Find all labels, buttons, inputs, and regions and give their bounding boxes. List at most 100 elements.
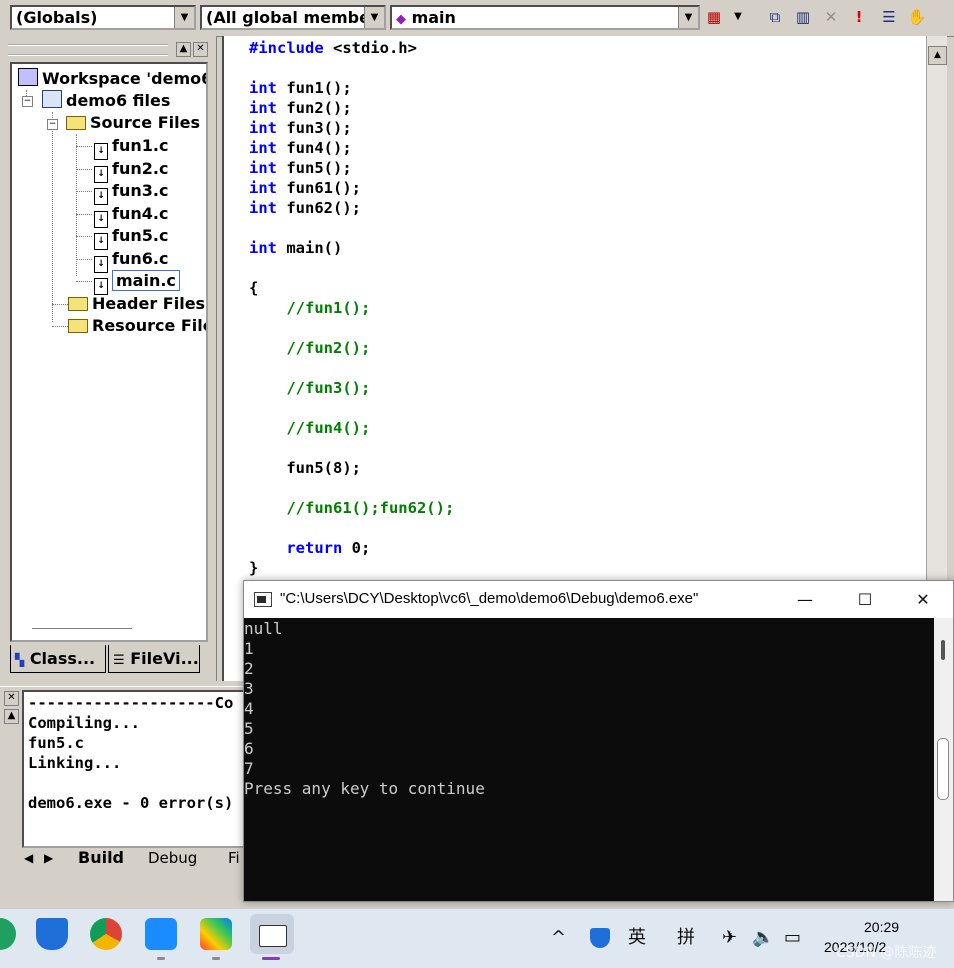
output-line: Compiling... xyxy=(28,714,140,732)
tree-file[interactable]: ↓ fun4.c xyxy=(94,203,168,228)
chevron-down-icon[interactable]: ▼ xyxy=(678,7,698,28)
console-scrollbar[interactable] xyxy=(934,618,953,901)
watermark-text: CSDN @陈陈迹 xyxy=(836,945,937,961)
stop-build-icon[interactable]: ✕ xyxy=(820,6,842,28)
maximize-button[interactable]: ☐ xyxy=(842,585,888,615)
execute-icon[interactable]: ! xyxy=(848,6,870,28)
tree-file[interactable]: ↓ fun1.c xyxy=(94,135,169,160)
tree-file[interactable]: ↓ fun5.c xyxy=(94,225,168,250)
airplane-mode-icon[interactable]: ✈ xyxy=(722,926,737,950)
tab-debug[interactable]: Debug xyxy=(148,848,197,870)
ime-language[interactable]: 英 xyxy=(628,926,646,950)
tree-project[interactable]: demo6 files xyxy=(42,90,170,112)
file-view-icon: ☰ xyxy=(113,653,125,668)
tab-file-view[interactable]: ☰ FileVi... xyxy=(108,645,200,673)
chevron-down-icon[interactable]: ▼ xyxy=(364,7,384,28)
go-icon[interactable]: ☰ xyxy=(878,6,900,28)
maximize-panel-icon[interactable]: ▲ xyxy=(4,709,19,724)
tab-build[interactable]: Build xyxy=(64,848,124,870)
tree-line xyxy=(76,169,92,170)
scope-combo[interactable]: (Globals) ▼ xyxy=(10,5,196,30)
tree-source-folder-label: Source Files xyxy=(90,113,200,132)
console-output[interactable]: null 1 2 3 4 5 6 7 Press any key to continue xyxy=(244,618,934,901)
tree-line xyxy=(52,304,68,305)
scroll-up-icon[interactable]: ▲ xyxy=(928,46,947,65)
code-keyword: int xyxy=(249,239,277,257)
clock-time[interactable]: 20:29 xyxy=(864,919,899,935)
tab-find[interactable]: Fi xyxy=(228,848,240,870)
project-icon xyxy=(42,90,62,108)
tree-workspace[interactable]: Workspace 'demo6 xyxy=(18,68,208,90)
console-line: 7 xyxy=(244,759,254,778)
chrome-app-icon[interactable] xyxy=(90,918,122,950)
console-app-icon xyxy=(259,925,287,947)
tree-header-folder[interactable]: Header Files xyxy=(68,293,205,315)
scope-combo-value: (Globals) xyxy=(16,8,98,27)
tree-workspace-label: Workspace 'demo6 xyxy=(42,69,208,88)
code-text: fun5(8); xyxy=(249,459,361,477)
code-text: fun4(); xyxy=(277,139,352,157)
battery-icon[interactable]: ▭ xyxy=(784,926,801,950)
tree-file[interactable]: ↓ fun6.c xyxy=(94,248,168,273)
close-panel-icon[interactable]: ✕ xyxy=(4,691,19,706)
tree-file[interactable]: ↓ fun3.c xyxy=(94,180,168,205)
tab-class-view[interactable]: ▚ Class... xyxy=(10,645,106,673)
maximize-panel-icon[interactable]: ▲ xyxy=(176,42,191,57)
function-combo-value: main xyxy=(411,8,456,27)
tree-file-selected[interactable]: ↓ main.c xyxy=(94,270,180,295)
compile-icon[interactable]: ⧉ xyxy=(764,6,786,28)
function-combo[interactable]: ◆ main ▼ xyxy=(390,5,700,30)
output-text[interactable]: --------------------Co Compiling... fun5… xyxy=(22,690,246,848)
tree-resource-folder[interactable]: Resource File xyxy=(68,315,208,337)
open-folder-icon xyxy=(66,116,86,130)
code-line: //fun2(); xyxy=(249,338,370,358)
code-line: } xyxy=(249,558,258,578)
tree-line xyxy=(76,281,92,282)
tab-file-view-label: FileVi... xyxy=(130,649,199,668)
editor-vscroll[interactable]: ▲ xyxy=(926,36,947,586)
taskbar xyxy=(0,908,954,968)
tree-resource-folder-label: Resource File xyxy=(92,316,208,335)
scroll-thumb[interactable] xyxy=(937,738,949,800)
code-line: #include <stdio.h> xyxy=(249,38,417,58)
volume-icon[interactable]: 🔈 xyxy=(752,926,774,950)
tree-file[interactable]: ↓ fun2.c xyxy=(94,158,168,183)
folder-icon xyxy=(68,319,88,333)
code-comment: //fun2(); xyxy=(249,339,371,357)
security-shield-icon[interactable] xyxy=(590,928,610,948)
feishu-app-icon[interactable] xyxy=(145,918,177,950)
tree-file-label: fun1.c xyxy=(112,136,169,155)
code-line: //fun1(); xyxy=(249,298,370,318)
wizard-action-icon[interactable]: ▦ xyxy=(703,6,725,28)
scroll-indicator[interactable] xyxy=(941,640,945,660)
members-combo[interactable]: (All global members ▼ xyxy=(200,5,386,30)
collapse-icon[interactable]: − xyxy=(22,96,33,107)
tab-scroll-left-icon[interactable]: ◀ xyxy=(24,848,33,870)
tree-project-label: demo6 files xyxy=(66,91,171,110)
close-button[interactable]: ✕ xyxy=(900,585,946,615)
tree-line xyxy=(76,134,77,276)
tree-hscroll[interactable] xyxy=(32,628,132,631)
code-text: fun2(); xyxy=(277,99,352,117)
code-line: int fun2(); xyxy=(249,98,352,118)
tab-scroll-right-icon[interactable]: ▶ xyxy=(44,848,53,870)
file-tree: Workspace 'demo6 − demo6 files − Source … xyxy=(10,62,208,642)
tree-source-folder[interactable]: Source Files xyxy=(66,112,200,134)
breakpoint-hand-icon[interactable]: ✋ xyxy=(906,6,928,28)
chevron-down-icon[interactable]: ▼ xyxy=(174,7,194,28)
chevron-down-icon[interactable]: ▼ xyxy=(727,6,749,28)
collapse-icon[interactable]: − xyxy=(47,119,58,130)
console-titlebar[interactable]: "C:\Users\DCY\Desktop\vc6\_demo\demo6\De… xyxy=(244,581,953,618)
close-panel-icon[interactable]: ✕ xyxy=(193,42,208,57)
code-keyword: int xyxy=(249,179,277,197)
shield-app-icon[interactable] xyxy=(36,918,68,950)
minimize-button[interactable]: — xyxy=(782,585,828,615)
code-text: { xyxy=(249,279,259,297)
tray-chevron-icon[interactable]: ^ xyxy=(551,926,566,950)
code-text: main() xyxy=(277,239,343,257)
panel-grip[interactable] xyxy=(8,44,168,56)
code-line: //fun4(); xyxy=(249,418,370,438)
ime-mode[interactable]: 拼 xyxy=(677,926,695,950)
colorful-app-icon[interactable] xyxy=(200,918,232,950)
build-icon[interactable]: ▥ xyxy=(792,6,814,28)
